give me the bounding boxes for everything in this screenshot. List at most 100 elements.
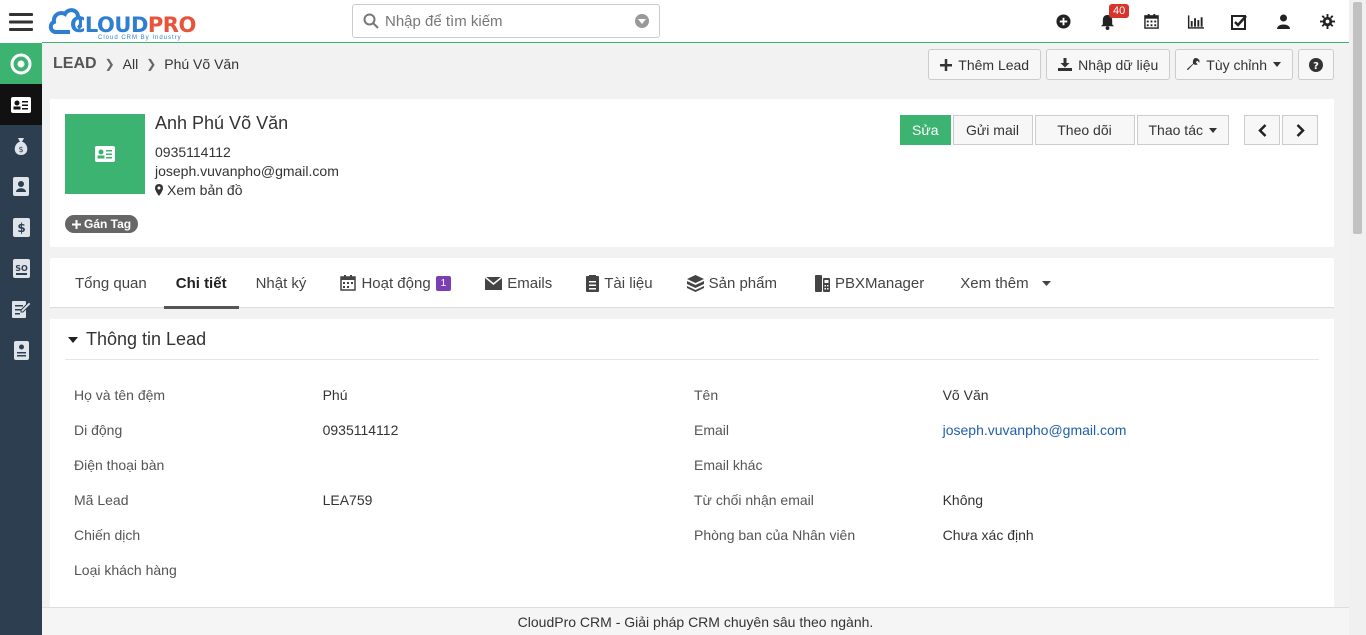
reports-chart-icon[interactable]: [1173, 0, 1217, 43]
tab-pbxmanager[interactable]: PBXManager: [803, 258, 936, 308]
add-circle-icon[interactable]: [1041, 0, 1085, 43]
caret-down-icon: [1041, 280, 1051, 286]
record-phone[interactable]: 0935114112: [155, 144, 231, 160]
chevron-right-icon: ❯: [146, 57, 157, 71]
field-value[interactable]: LEA759: [323, 492, 694, 508]
record-name: Anh Phú Võ Văn: [155, 113, 289, 133]
chevron-right-icon: [1296, 123, 1305, 137]
tab-more[interactable]: Xem thêm: [948, 258, 1062, 308]
field-label: Điện thoại bàn: [74, 456, 165, 473]
field-label: Loại khách hàng: [74, 561, 177, 578]
phone-icon: [815, 274, 830, 292]
caret-down-icon: [1273, 62, 1281, 67]
svg-text:?: ?: [1313, 61, 1319, 72]
field-value[interactable]: 0935114112: [323, 422, 694, 438]
follow-button[interactable]: Theo dõi: [1034, 115, 1135, 145]
add-tag-button[interactable]: Gán Tag: [65, 215, 139, 233]
calendar-icon[interactable]: [1129, 0, 1173, 43]
top-navbar: CLOUDPRO Cloud CRM By Industry 40: [0, 0, 1349, 43]
field-label: Chiến dịch: [74, 526, 141, 543]
sidebar-money-bag-icon[interactable]: $: [0, 125, 42, 166]
notification-count-badge: 40: [1109, 4, 1130, 18]
field-row: Điện thoại bàn Email khác: [74, 447, 1314, 482]
tasks-checkbox-icon[interactable]: [1217, 0, 1261, 43]
svg-text:$: $: [18, 145, 23, 154]
actions-dropdown-button[interactable]: Thao tác: [1136, 115, 1229, 145]
module-sidebar: $ $ SO: [0, 43, 42, 635]
search-input[interactable]: [385, 12, 625, 30]
record-header-card: Anh Phú Võ Văn 0935114112 joseph.vuvanph…: [50, 99, 1334, 247]
customize-dropdown-button[interactable]: Tùy chỉnh: [1175, 49, 1293, 80]
sidebar-sales-order-icon[interactable]: SO: [0, 248, 42, 289]
field-row: Họ và tên đệm Phú Tên Võ Văn: [74, 377, 1314, 412]
document-icon: [586, 274, 600, 292]
wrench-icon: [1187, 58, 1200, 70]
main-content: LEAD ❯ All ❯ Phú Võ Văn Thêm Lead Nhập d…: [42, 43, 1349, 635]
tab-products[interactable]: Sản phẩm: [675, 258, 789, 308]
field-label: Email: [694, 421, 730, 438]
scrollbar-thumb[interactable]: [1353, 2, 1362, 234]
record-email[interactable]: joseph.vuvanpho@gmail.com: [155, 163, 339, 179]
caret-down-icon: [1208, 127, 1217, 133]
lead-card-icon: [95, 146, 115, 162]
activities-count-badge: 1: [435, 275, 452, 291]
field-label: Phòng ban của Nhân viên: [694, 526, 856, 543]
field-row: Di động 0935114112 Email joseph.vuvanpho…: [74, 412, 1314, 447]
sidebar-leads-icon[interactable]: [0, 84, 42, 125]
email-link[interactable]: joseph.vuvanpho@gmail.com: [943, 422, 1314, 438]
tab-emails[interactable]: Emails: [473, 258, 564, 308]
section-header[interactable]: Thông tin Lead: [68, 329, 206, 350]
send-mail-button[interactable]: Gửi mail: [952, 115, 1033, 145]
section-divider: [65, 359, 1319, 360]
cloudpro-logo[interactable]: CLOUDPRO Cloud CRM By Industry: [48, 4, 208, 41]
help-button[interactable]: ?: [1298, 49, 1334, 80]
search-dropdown-icon[interactable]: [635, 14, 649, 28]
view-map-link[interactable]: Xem bản đồ: [155, 182, 243, 198]
sidebar-report-book-icon[interactable]: [0, 330, 42, 371]
field-value[interactable]: Không: [943, 492, 1314, 508]
tab-activities[interactable]: Hoạt động 1: [328, 258, 463, 308]
field-label: Mã Lead: [74, 491, 129, 508]
download-icon: [1058, 58, 1073, 71]
page-scrollbar[interactable]: [1349, 0, 1366, 635]
settings-gear-icon[interactable]: [1305, 0, 1349, 43]
hamburger-menu-icon[interactable]: [0, 0, 42, 43]
chevron-left-icon: [1257, 123, 1266, 137]
import-data-button[interactable]: Nhập dữ liệu: [1046, 49, 1171, 80]
sidebar-invoice-icon[interactable]: $: [0, 207, 42, 248]
breadcrumb-record: Phú Võ Văn: [164, 56, 239, 72]
svg-text:$: $: [17, 221, 25, 235]
user-profile-icon[interactable]: [1261, 0, 1305, 43]
search-icon: [363, 13, 379, 29]
sidebar-contacts-icon[interactable]: [0, 166, 42, 207]
lead-info-section: Thông tin Lead Họ và tên đệm Phú Tên Võ …: [50, 319, 1334, 635]
field-label: Tên: [694, 386, 719, 403]
breadcrumb-module[interactable]: LEAD: [53, 55, 97, 73]
tab-overview[interactable]: Tổng quan: [63, 258, 159, 308]
field-value[interactable]: Phú: [323, 387, 694, 403]
tab-details[interactable]: Chi tiết: [163, 258, 239, 309]
sidebar-home-icon[interactable]: [0, 43, 42, 84]
tab-history[interactable]: Nhật ký: [244, 258, 319, 308]
svg-text:SO: SO: [15, 264, 28, 273]
field-row: Mã Lead LEA759 Từ chối nhận email Không: [74, 482, 1314, 517]
caret-down-icon: [68, 336, 78, 343]
breadcrumb: LEAD ❯ All ❯ Phú Võ Văn: [53, 55, 239, 73]
record-tabs: Tổng quan Chi tiết Nhật ký Hoạt động 1 E…: [50, 258, 1334, 309]
plus-icon: [72, 219, 81, 229]
field-value[interactable]: Võ Văn: [943, 387, 1314, 403]
field-value[interactable]: Chưa xác định: [943, 527, 1314, 543]
question-circle-icon: ?: [1309, 57, 1323, 72]
global-search[interactable]: [352, 4, 660, 38]
edit-button[interactable]: Sửa: [900, 115, 951, 145]
next-record-button[interactable]: [1282, 115, 1318, 145]
tab-documents[interactable]: Tài liệu: [574, 258, 664, 308]
notifications-bell-icon[interactable]: 40: [1085, 0, 1130, 43]
breadcrumb-filter[interactable]: All: [123, 56, 139, 72]
map-marker-icon: [155, 184, 163, 196]
add-lead-button[interactable]: Thêm Lead: [928, 49, 1042, 80]
previous-record-button[interactable]: [1244, 115, 1280, 145]
field-label: Di động: [74, 421, 123, 438]
sidebar-edit-document-icon[interactable]: [0, 289, 42, 330]
calendar-icon: [340, 275, 357, 291]
